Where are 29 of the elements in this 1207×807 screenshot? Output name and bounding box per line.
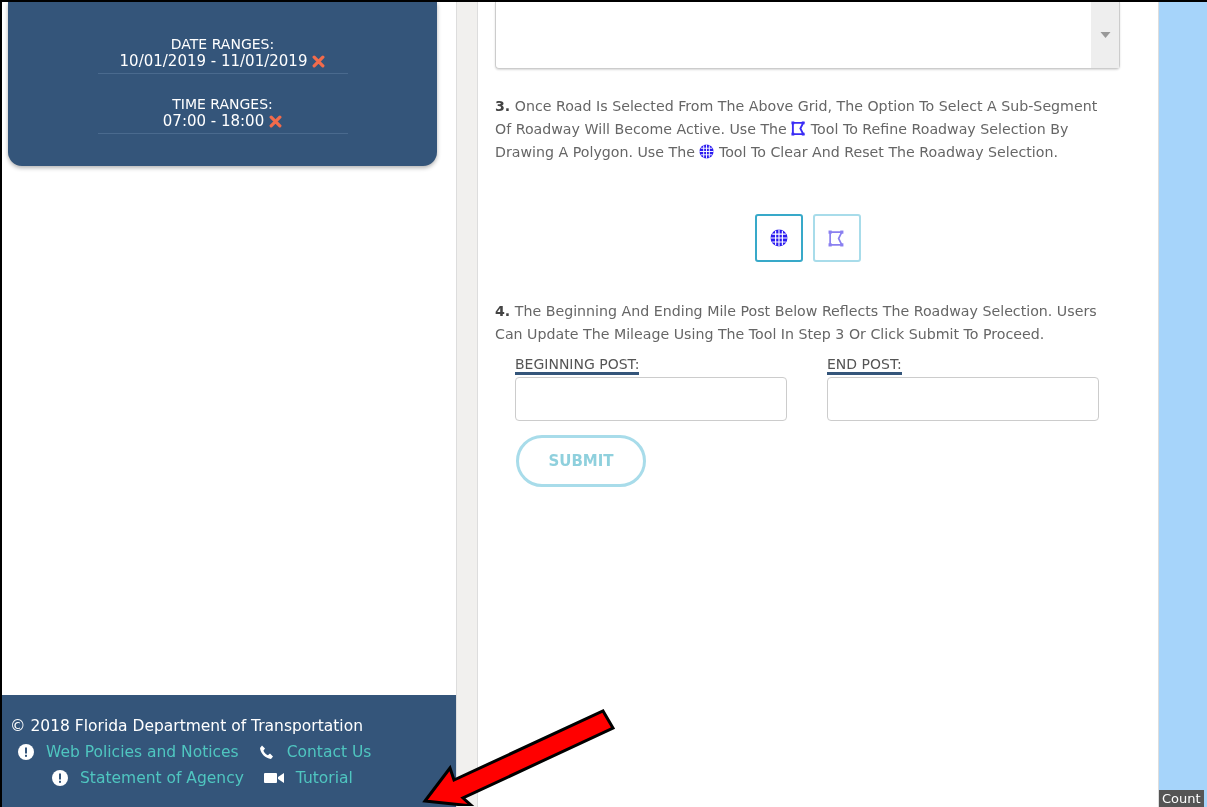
dropdown-caret-icon: [1099, 32, 1111, 38]
footer-link[interactable]: Web Policies and Notices: [46, 743, 239, 761]
footer-link[interactable]: Tutorial: [295, 769, 353, 787]
input-field[interactable]: [827, 377, 1099, 421]
input-field[interactable]: [515, 377, 787, 421]
map-panel[interactable]: Count: [1158, 2, 1207, 807]
remove-icon[interactable]: [269, 114, 283, 128]
remove-icon[interactable]: [312, 54, 326, 68]
info-icon: [18, 744, 34, 760]
map-attribution: Count: [1159, 790, 1204, 807]
video-camera-icon: [263, 771, 284, 785]
globe-tool-button[interactable]: [754, 214, 803, 262]
scrollbar[interactable]: [456, 2, 478, 807]
step-3-text: 3. Once Road Is Selected From The Above Grid, The Option To Select A Sub-Segment Of Roadway Will Become Active. Use The Tool To Refine Roadway Selection By Drawing A Polygon. Use The Tool To Clear And Reset The Roadway Selection.: [495, 97, 1099, 162]
polygon-icon: [791, 121, 807, 136]
filter-value: 10/01/2019 - 11/01/2019: [119, 52, 308, 70]
globe-icon: [769, 229, 788, 247]
step-4-text: 4. The Beginning And Ending Mile Post Below Reflects The Roadway Selection. Users Can Update The Mileage Using The Tool In Step 3 Or Click Submit To Proceed.: [495, 302, 1098, 344]
copyright-text: © 2018 Florida Department of Transportation: [10, 717, 364, 735]
info-icon: [52, 770, 68, 786]
filter-label: DATE RANGES:: [170, 36, 275, 52]
footer-link[interactable]: Statement of Agency: [80, 769, 244, 787]
filter-label: TIME RANGES:: [172, 96, 273, 112]
globe-icon: [699, 144, 715, 159]
footer-link[interactable]: Contact Us: [286, 743, 372, 761]
phone-icon: [258, 744, 275, 760]
polygon-icon: [828, 229, 845, 247]
polygon-tool-button[interactable]: [812, 214, 861, 262]
filter-value: 07:00 - 18:00: [162, 112, 265, 130]
